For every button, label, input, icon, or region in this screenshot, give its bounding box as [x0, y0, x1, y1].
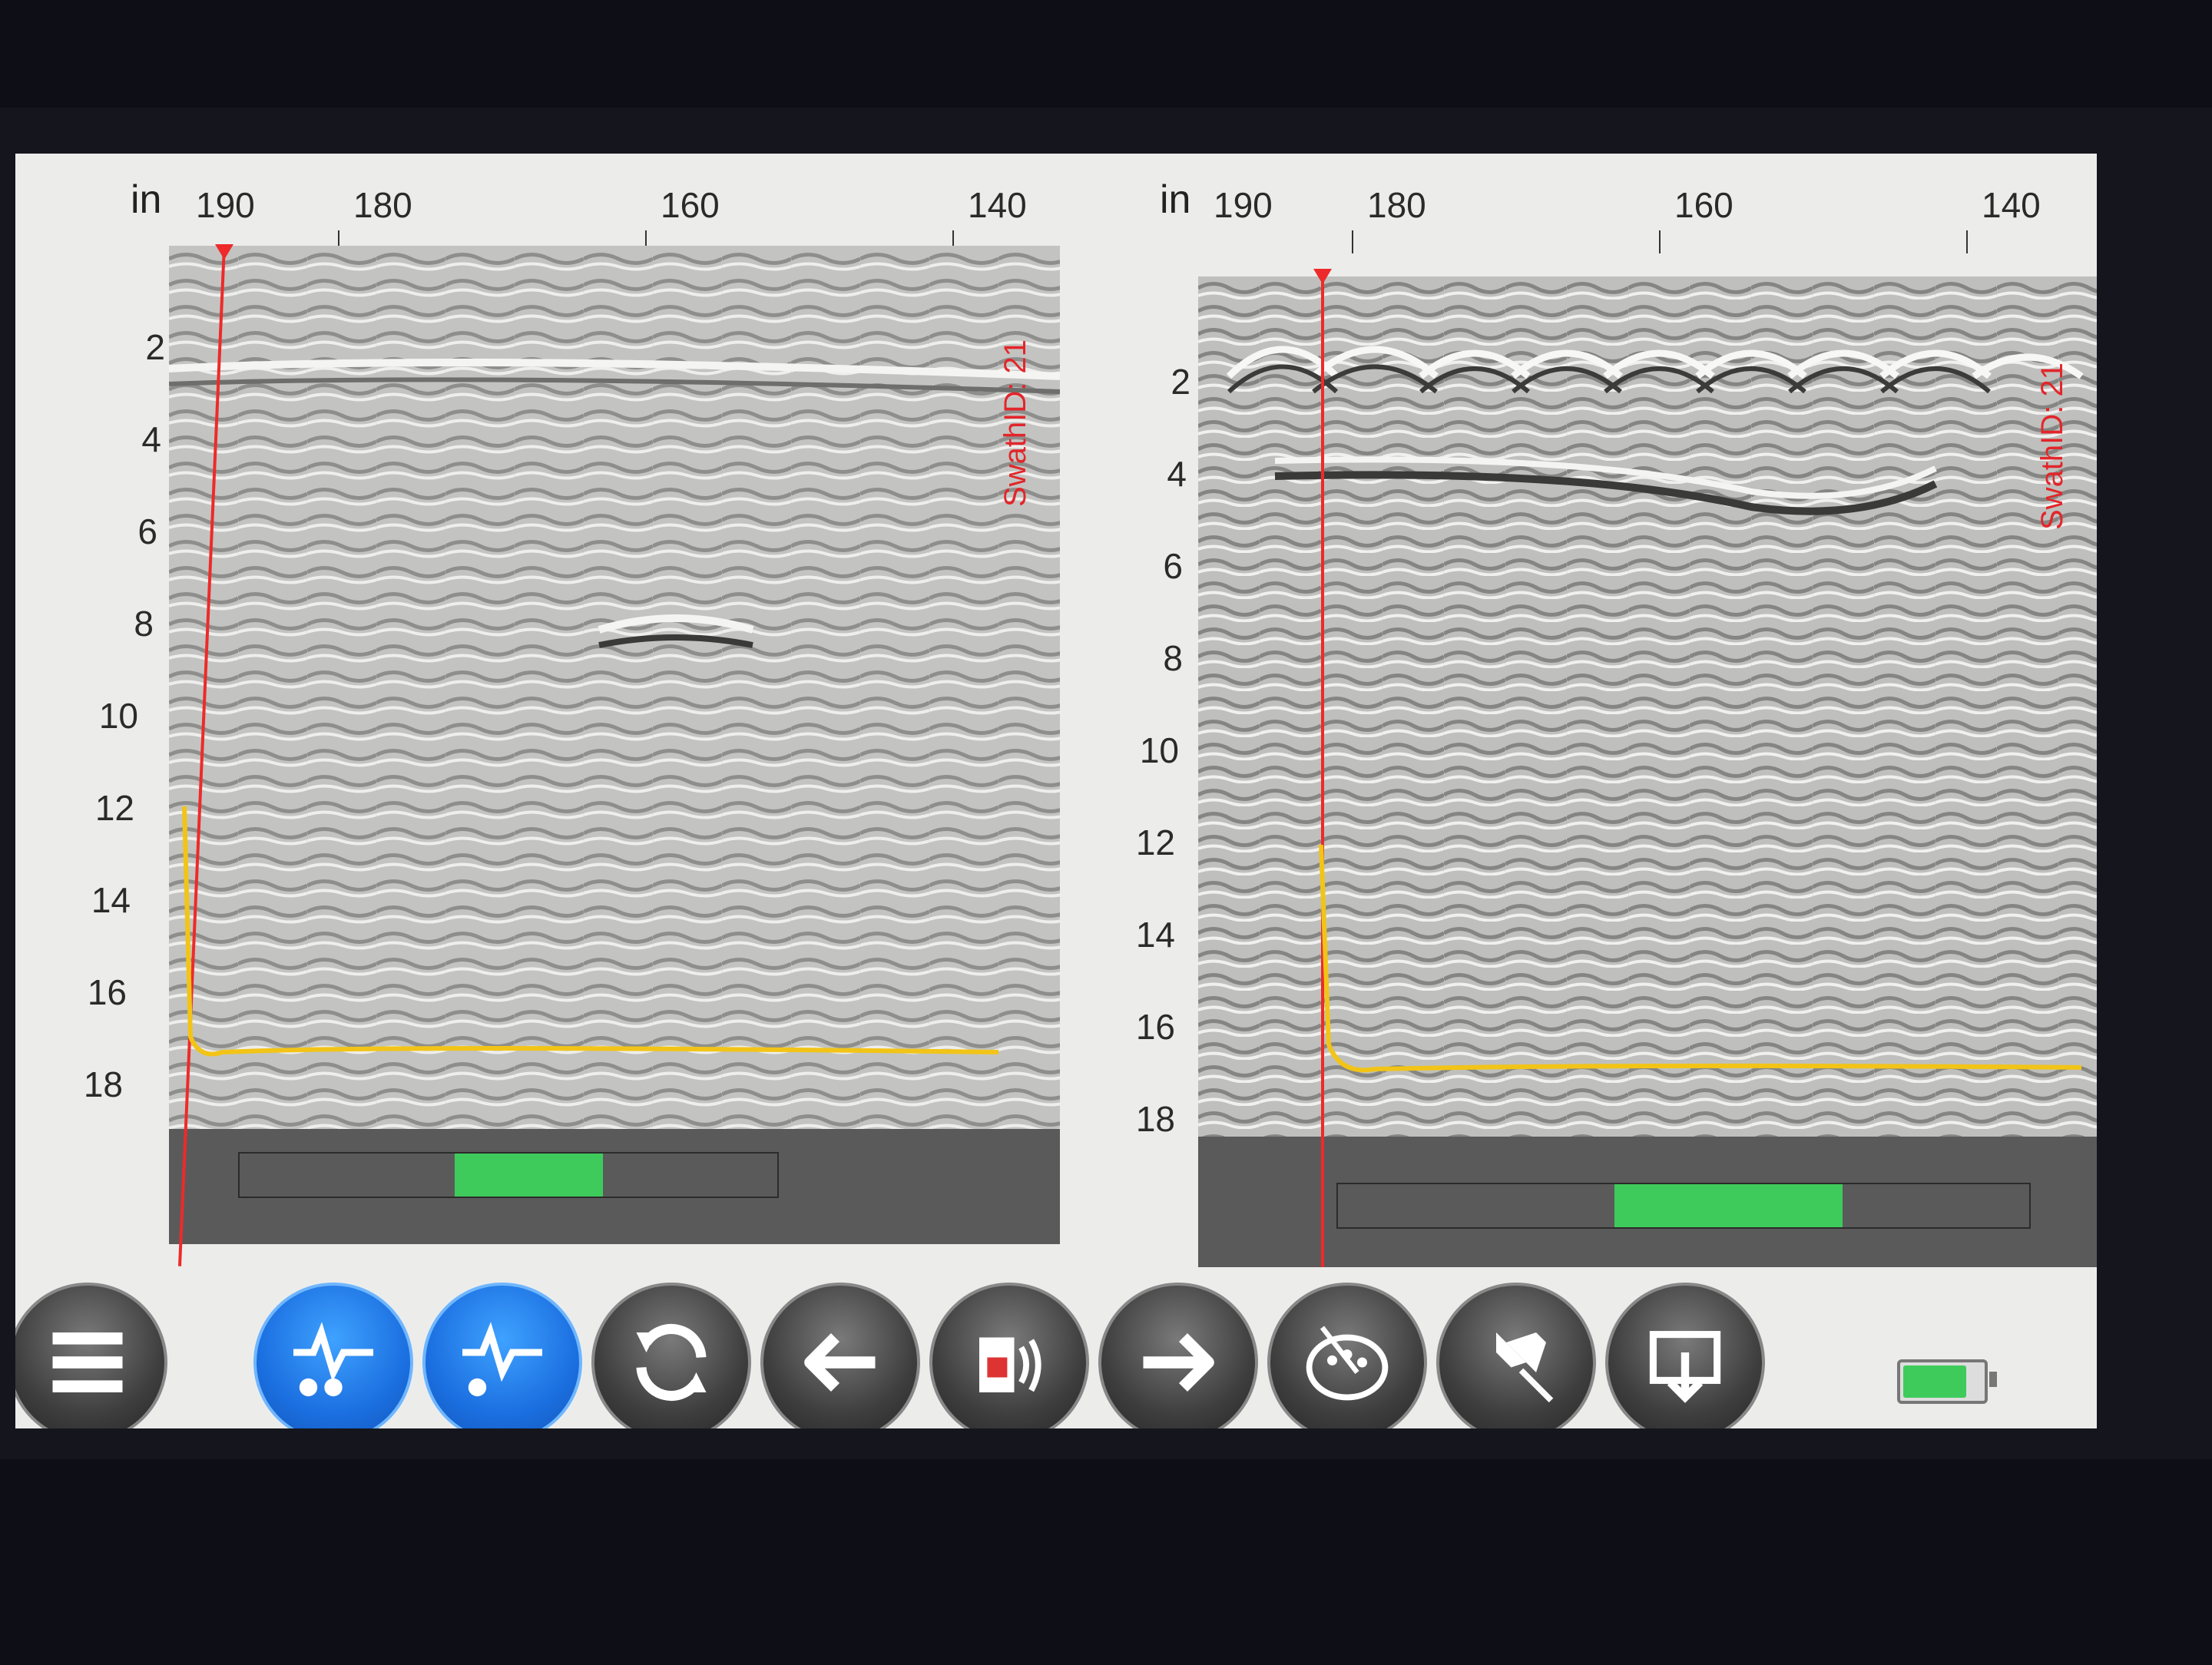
- refresh-button[interactable]: [591, 1283, 751, 1428]
- signal-level-bar: [238, 1152, 779, 1198]
- radargram-image: [1198, 276, 2097, 1267]
- x-tick-mark: [1659, 230, 1661, 253]
- x-tick-mark: [1966, 230, 1968, 253]
- x-tick-label: 140: [968, 185, 1027, 225]
- swath-id-label: SwathID: 21: [998, 339, 1032, 507]
- y-tick-label: 12: [1135, 823, 1175, 862]
- y-tick-label: 16: [87, 972, 127, 1012]
- export-icon: [1649, 1331, 1721, 1403]
- y-tick-label: 6: [1163, 546, 1183, 586]
- battery-tip: [1989, 1372, 1997, 1387]
- pin-button[interactable]: [1436, 1283, 1596, 1428]
- device-screen: in 190 180 160 140 2 4 6 8 10 12 14 16 1…: [15, 154, 2097, 1428]
- signal-trace: [1319, 845, 2082, 1073]
- y-tick-label: 8: [1163, 638, 1183, 678]
- palette-icon: [1306, 1326, 1389, 1401]
- signal-level-bar: [1336, 1183, 2031, 1229]
- signal-view-1-button[interactable]: [253, 1283, 413, 1428]
- arrow-right-icon: [1143, 1332, 1214, 1392]
- y-tick-label: 8: [134, 604, 154, 644]
- x-tick-label: 160: [661, 185, 720, 225]
- signal-view-2-button[interactable]: [422, 1283, 582, 1428]
- refresh-icon: [636, 1324, 707, 1401]
- y-tick-label: 18: [1135, 1099, 1175, 1139]
- signal-trace: [182, 806, 999, 1057]
- y-tick-label: 10: [1139, 730, 1179, 770]
- left-scan-panel: in 190 180 160 140 2 4 6 8 10 12 14 16 1…: [15, 154, 1060, 1267]
- y-tick-label: 2: [1171, 362, 1190, 402]
- x-tick-label: 190: [1214, 185, 1273, 225]
- y-tick-label: 2: [145, 327, 165, 367]
- next-button[interactable]: [1098, 1283, 1258, 1428]
- arrow-left-icon: [804, 1332, 876, 1392]
- y-tick-label: 4: [141, 419, 161, 459]
- signal-level-fill: [1614, 1184, 1843, 1227]
- cursor-marker-icon[interactable]: [1313, 269, 1332, 284]
- x-tick-label: 160: [1674, 185, 1734, 225]
- signal-view-2-icon: [462, 1322, 542, 1397]
- right-scan-panel: in 190 180 160 140 2 4 6 8 10 12 14 16 1…: [1075, 154, 2097, 1267]
- signal-view-1-icon: [293, 1322, 373, 1397]
- y-tick-label: 12: [94, 788, 134, 828]
- position-cursor-line[interactable]: [1321, 276, 1324, 1267]
- y-tick-label: 18: [83, 1064, 123, 1104]
- y-tick-label: 16: [1135, 1007, 1175, 1047]
- signal-level-fill: [455, 1154, 603, 1197]
- x-tick-label: 180: [1367, 185, 1426, 225]
- left-radargram[interactable]: [169, 246, 1060, 1244]
- right-radargram[interactable]: [1198, 276, 2097, 1267]
- y-tick-label: 14: [91, 880, 131, 920]
- menu-button[interactable]: [15, 1283, 167, 1428]
- y-tick-label: 10: [98, 696, 138, 736]
- x-tick-mark: [1352, 230, 1353, 253]
- bottom-toolbar: [15, 1267, 2097, 1428]
- cursor-marker-icon[interactable]: [215, 244, 233, 260]
- battery-level-fill: [1903, 1365, 1966, 1398]
- x-tick-label: 140: [1982, 185, 2041, 225]
- menu-icon: [52, 1332, 123, 1392]
- audio-report-button[interactable]: [929, 1283, 1089, 1428]
- pin-icon: [1496, 1332, 1554, 1403]
- export-button[interactable]: [1605, 1283, 1765, 1428]
- x-axis-unit-label: in: [1160, 177, 1191, 222]
- y-tick-label: 4: [1167, 454, 1187, 494]
- x-tick-label: 180: [353, 185, 412, 225]
- previous-button[interactable]: [760, 1283, 920, 1428]
- x-axis-unit-label: in: [131, 177, 162, 222]
- y-tick-label: 6: [137, 511, 157, 551]
- color-palette-button[interactable]: [1267, 1283, 1427, 1428]
- x-tick-label: 190: [196, 185, 255, 225]
- y-tick-label: 14: [1135, 915, 1175, 955]
- radargram-image: [169, 246, 1060, 1244]
- audio-report-icon: [979, 1337, 1041, 1392]
- swath-id-label: SwathID: 21: [2035, 362, 2069, 530]
- battery-indicator: [1897, 1359, 1997, 1404]
